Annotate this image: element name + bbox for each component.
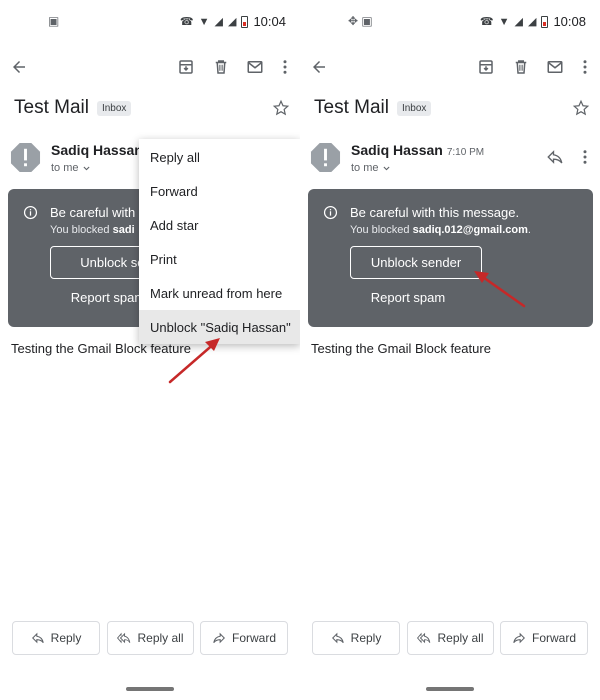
reply-all-icon [117, 632, 131, 644]
gesture-bar[interactable] [126, 687, 174, 691]
notification-icon: ✥ ▣ [348, 14, 373, 28]
warning-body: You blocked sadiq.012@gmail.com. [350, 224, 531, 236]
sender-row: Sadiq Hassan 7:10 PM [351, 142, 484, 158]
signal-icon: ◢ [514, 16, 523, 28]
report-spam-button[interactable]: Report spam [350, 290, 466, 305]
back-arrow-icon[interactable] [308, 56, 330, 78]
left-screenshot: ▣ ☎ ▼ ◢ ◢ 10:04 Test Mail Inbox Sadiq Ha… [0, 0, 300, 700]
sender-time: 7:10 PM [446, 147, 485, 158]
status-bar: ▣ ☎ ▼ ◢ ◢ 10:04 [0, 10, 300, 36]
warning-title: Be careful with [50, 205, 136, 220]
battery-icon [241, 15, 249, 28]
battery-icon [541, 15, 549, 28]
toolbar [0, 50, 300, 84]
back-arrow-icon[interactable] [8, 56, 30, 78]
overflow-menu: Reply all Forward Add star Print Mark un… [139, 139, 300, 344]
reply-all-label: Reply all [437, 631, 484, 645]
forward-label: Forward [531, 631, 576, 645]
recipient-text: to me [51, 162, 79, 174]
signal-icon: ◢ [227, 16, 237, 28]
email-subject: Test Mail [14, 97, 89, 118]
email-subject-row: Test Mail Inbox [314, 97, 432, 119]
gesture-bar[interactable] [426, 687, 474, 691]
label-chip-inbox[interactable]: Inbox [96, 100, 132, 116]
volte-icon: ☎ [179, 16, 194, 28]
reply-all-label: Reply all [137, 631, 184, 645]
star-icon[interactable] [272, 99, 290, 117]
signal-icon: ◢ [527, 16, 537, 28]
menu-item-reply-all[interactable]: Reply all [139, 140, 300, 174]
info-icon [23, 205, 38, 220]
more-vert-icon[interactable] [274, 56, 296, 78]
reply-all-icon [417, 632, 431, 644]
more-vert-icon[interactable] [580, 148, 590, 166]
menu-item-add-star[interactable]: Add star [139, 208, 300, 242]
warning-body-prefix: You blocked [350, 224, 410, 236]
wifi-icon: ▼ [498, 15, 510, 28]
wifi-icon: ▼ [198, 15, 210, 28]
avatar-alert-icon[interactable] [310, 142, 341, 173]
reply-button[interactable]: Reply [12, 621, 100, 655]
email-subject: Test Mail [314, 97, 389, 118]
signal-icon: ◢ [214, 16, 223, 28]
warning-body: You blocked sadi [50, 224, 135, 236]
sender-name[interactable]: Sadiq Hassan [51, 142, 143, 158]
menu-item-unblock-sender[interactable]: Unblock "Sadiq Hassan" [139, 310, 300, 344]
email-subject-row: Test Mail Inbox [14, 97, 132, 119]
archive-icon[interactable] [175, 56, 197, 78]
recipient-toggle[interactable]: to me [51, 162, 91, 174]
reply-icon [31, 632, 44, 644]
label-chip-inbox[interactable]: Inbox [396, 100, 432, 116]
right-screenshot: ✥ ▣ ☎ ▼ ◢ ◢ 10:08 Test Mail Inbox Sadiq … [300, 0, 600, 700]
email-body: Testing the Gmail Block feature [311, 341, 491, 356]
volte-icon: ☎ [479, 16, 494, 28]
reply-icon[interactable] [546, 148, 564, 166]
status-icons: ☎ ▼ ◢ ◢ 10:08 [480, 14, 586, 29]
warning-title: Be careful with this message. [350, 205, 520, 220]
forward-button[interactable]: Forward [500, 621, 588, 655]
warning-email: sadi [112, 224, 135, 236]
sender-name[interactable]: Sadiq Hassan [351, 142, 443, 158]
reply-icon [331, 632, 344, 644]
reply-label: Reply [50, 631, 82, 645]
menu-item-forward[interactable]: Forward [139, 174, 300, 208]
forward-button[interactable]: Forward [200, 621, 288, 655]
delete-icon[interactable] [510, 56, 532, 78]
avatar-alert-icon[interactable] [10, 142, 41, 173]
mail-icon[interactable] [244, 56, 266, 78]
recipient-text: to me [351, 162, 379, 174]
forward-icon [213, 632, 225, 644]
status-icons: ☎ ▼ ◢ ◢ 10:04 [180, 14, 286, 29]
menu-item-mark-unread[interactable]: Mark unread from here [139, 276, 300, 310]
recipient-toggle[interactable]: to me [351, 162, 391, 174]
status-time: 10:08 [553, 14, 586, 29]
unblock-sender-button[interactable]: Unblock sender [350, 246, 482, 279]
reply-all-button[interactable]: Reply all [107, 621, 194, 655]
reply-all-button[interactable]: Reply all [407, 621, 494, 655]
warning-email: sadiq.012@gmail.com [412, 224, 528, 236]
reply-button[interactable]: Reply [312, 621, 400, 655]
reply-label: Reply [350, 631, 382, 645]
chevron-down-icon [82, 166, 90, 170]
status-time: 10:04 [253, 14, 286, 29]
delete-icon[interactable] [210, 56, 232, 78]
star-icon[interactable] [572, 99, 590, 117]
status-bar: ✥ ▣ ☎ ▼ ◢ ◢ 10:08 [300, 10, 600, 36]
mail-icon[interactable] [544, 56, 566, 78]
info-icon [323, 205, 338, 220]
menu-item-print[interactable]: Print [139, 242, 300, 276]
blocked-sender-warning: Be careful with this message. You blocke… [308, 189, 593, 327]
archive-icon[interactable] [475, 56, 497, 78]
forward-icon [513, 632, 525, 644]
more-vert-icon[interactable] [574, 56, 596, 78]
forward-label: Forward [231, 631, 276, 645]
notification-icon: ▣ [48, 14, 60, 28]
warning-body-suffix: . [527, 224, 531, 236]
toolbar [300, 50, 600, 84]
warning-body-prefix: You blocked [50, 224, 110, 236]
chevron-down-icon [382, 166, 390, 170]
